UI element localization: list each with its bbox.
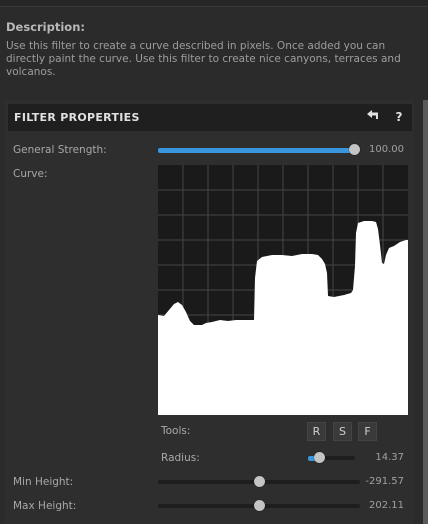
tools-label: Tools: xyxy=(161,425,191,437)
back-arrow-glyph xyxy=(367,110,378,119)
help-button[interactable]: ? xyxy=(389,107,409,127)
panel-title: FILTER PROPERTIES xyxy=(14,111,140,124)
tool-s-button[interactable]: S xyxy=(333,422,352,441)
description-heading: Description: xyxy=(6,20,85,34)
general-strength-fill xyxy=(158,147,354,153)
tool-r-button[interactable]: R xyxy=(307,422,326,441)
tool-f-button[interactable]: F xyxy=(358,422,377,441)
scrollbar-thumb[interactable] xyxy=(423,100,428,524)
general-strength-knob[interactable] xyxy=(348,144,360,155)
radius-value[interactable]: 14.37 xyxy=(362,450,408,465)
top-strip xyxy=(0,0,428,7)
back-arrow-icon[interactable] xyxy=(363,107,383,127)
min-height-label: Min Height: xyxy=(13,476,74,488)
min-height-knob[interactable] xyxy=(253,476,265,487)
general-strength-label: General Strength: xyxy=(13,144,107,156)
general-strength-value[interactable]: 100.00 xyxy=(362,142,408,157)
description-text: Use this filter to create a curve descri… xyxy=(6,40,401,78)
max-height-value[interactable]: 202.11 xyxy=(362,498,408,513)
radius-label: Radius: xyxy=(161,452,200,464)
curve-editor[interactable] xyxy=(158,165,408,415)
curve-label: Curve: xyxy=(13,168,48,180)
max-height-knob[interactable] xyxy=(253,500,265,511)
max-height-label: Max Height: xyxy=(13,500,77,512)
min-height-value[interactable]: -291.57 xyxy=(362,474,408,489)
